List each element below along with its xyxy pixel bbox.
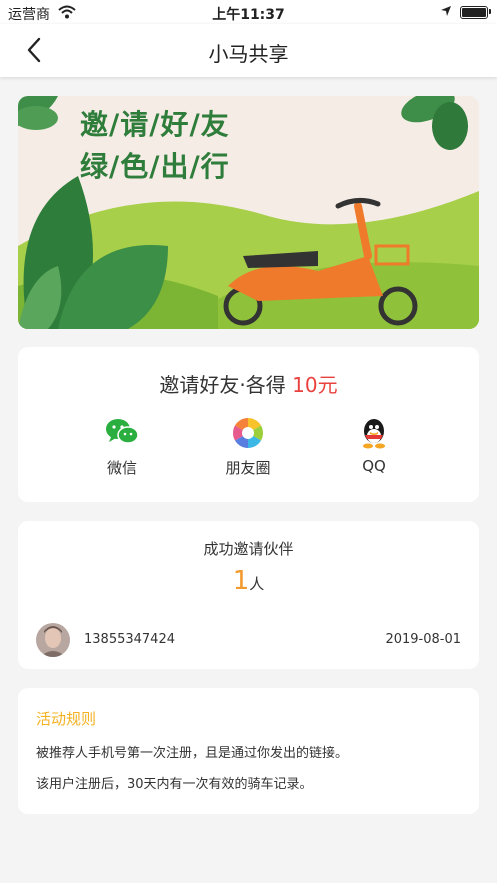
banner-slogan: 邀/请/好/友 绿/色/出/行	[80, 104, 230, 188]
qq-icon	[324, 417, 424, 449]
partner-phone: 13855347424	[84, 632, 175, 647]
wechat-icon	[72, 417, 172, 449]
invite-card: 邀请好友·各得 10元 微信 朋友圈 QQ	[18, 347, 479, 502]
invite-banner: 邀/请/好/友 绿/色/出/行	[18, 96, 479, 329]
partner-date: 2019-08-01	[385, 632, 461, 647]
activity-rules-card: 活动规则 被推荐人手机号第一次注册，且是通过你发出的链接。 该用户注册后，30天…	[18, 688, 479, 814]
rule-item: 被推荐人手机号第一次注册，且是通过你发出的链接。	[36, 746, 349, 761]
page-title: 小马共享	[208, 42, 289, 66]
battery-icon	[460, 6, 488, 19]
share-wechat-button[interactable]: 微信	[72, 417, 172, 478]
moments-icon	[198, 417, 298, 449]
share-qq-button[interactable]: QQ	[324, 417, 424, 475]
banner-line-1: 邀/请/好/友	[80, 108, 230, 141]
invited-partners-card: 成功邀请伙伴 1人 13855347424 2019-08-01	[18, 521, 479, 669]
battery-tip	[489, 9, 491, 14]
partners-title: 成功邀请伙伴	[203, 540, 294, 558]
invite-heading-text: 邀请好友·各得	[159, 373, 286, 397]
invite-heading: 邀请好友·各得 10元	[18, 369, 479, 398]
status-bar: 运营商 上午11:37	[0, 0, 497, 24]
banner-line-2: 绿/色/出/行	[80, 150, 230, 183]
partners-count-number: 1	[232, 566, 250, 596]
avatar	[36, 623, 70, 657]
partners-count: 1人	[18, 566, 479, 596]
share-wechat-label: 微信	[106, 459, 137, 477]
reward-amount: 10元	[292, 373, 338, 397]
share-qq-label: QQ	[362, 457, 386, 475]
rule-item: 该用户注册后，30天内有一次有效的骑车记录。	[36, 777, 313, 792]
nav-bar: 小马共享	[0, 24, 497, 77]
share-moments-button[interactable]: 朋友圈	[198, 417, 298, 478]
status-time: 上午11:37	[212, 7, 285, 23]
rules-title: 活动规则	[36, 710, 97, 728]
share-moments-label: 朋友圈	[225, 459, 271, 477]
location-arrow-icon	[440, 5, 452, 21]
partners-count-unit: 人	[249, 575, 265, 593]
